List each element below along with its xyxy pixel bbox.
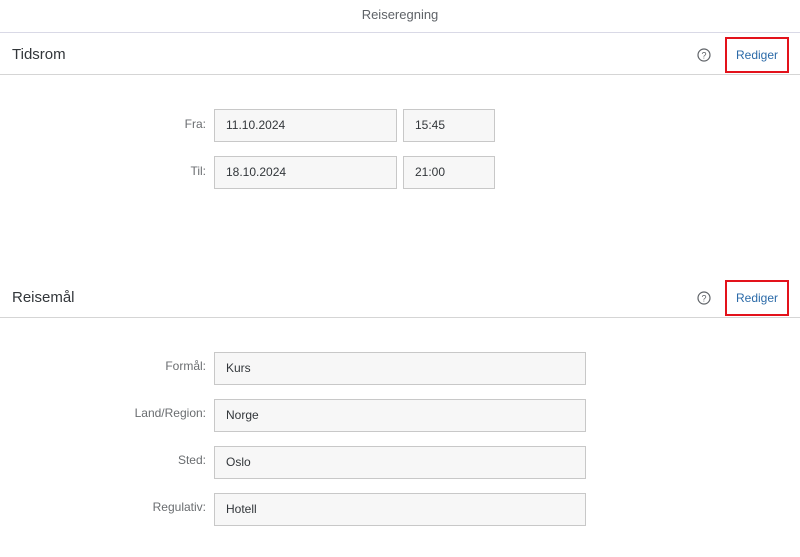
svg-text:?: ? [701, 293, 706, 303]
help-icon[interactable]: ? [697, 291, 711, 305]
regulativ-label: Regulativ: [152, 500, 206, 514]
help-icon[interactable]: ? [697, 48, 711, 62]
til-label: Til: [190, 164, 206, 178]
fra-date-field[interactable]: 11.10.2024 [214, 109, 397, 142]
tidsrom-edit-link[interactable]: Rediger [725, 37, 789, 73]
sted-label: Sted: [177, 453, 206, 467]
fra-time-field[interactable]: 15:45 [403, 109, 495, 142]
reisemal-section-title: Reisemål [12, 289, 75, 306]
formal-field[interactable]: Kurs [214, 352, 586, 385]
land-region-label: Land/Region: [134, 406, 206, 420]
reisemal-edit-link[interactable]: Rediger [725, 280, 789, 316]
reisemal-section-header: Reisemål ? Rediger [0, 278, 800, 318]
sted-field[interactable]: Oslo [214, 446, 586, 479]
tidsrom-section-header: Tidsrom ? Rediger [0, 35, 800, 75]
fra-label: Fra: [184, 117, 206, 131]
page-title: Reiseregning [0, 0, 800, 33]
tidsrom-section-title: Tidsrom [12, 46, 66, 63]
til-time-field[interactable]: 21:00 [403, 156, 495, 189]
formal-label: Formål: [165, 359, 206, 373]
til-date-field[interactable]: 18.10.2024 [214, 156, 397, 189]
svg-text:?: ? [701, 50, 706, 60]
regulativ-field[interactable]: Hotell [214, 493, 586, 526]
land-region-field[interactable]: Norge [214, 399, 586, 432]
